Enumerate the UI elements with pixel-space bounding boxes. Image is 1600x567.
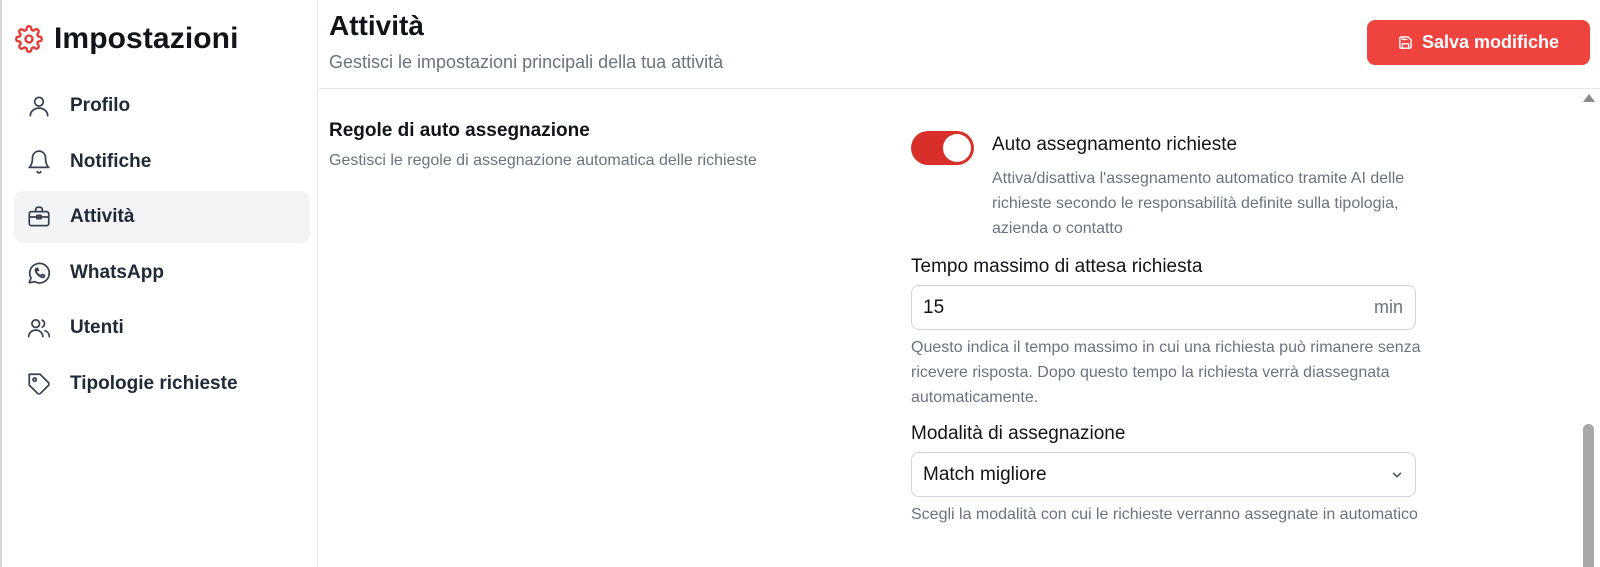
max-wait-help: Questo indica il tempo massimo in cui un… bbox=[911, 339, 1421, 406]
max-wait-label: Tempo massimo di attesa richiesta bbox=[911, 256, 1203, 277]
settings-app: Impostazioni Profilo Notifiche Attività … bbox=[0, 0, 1600, 567]
mode-selected-value: Match migliore bbox=[923, 463, 1047, 485]
scrollbar[interactable] bbox=[1579, 90, 1600, 567]
mode-select[interactable]: Match migliore bbox=[911, 452, 1416, 497]
sidebar-item-whatsapp[interactable]: WhatsApp bbox=[14, 247, 310, 299]
tag-icon bbox=[24, 369, 54, 399]
sidebar: Impostazioni Profilo Notifiche Attività … bbox=[2, 0, 318, 567]
sidebar-title: Impostazioni bbox=[54, 22, 239, 55]
auto-assign-label: Auto assegnamento richieste bbox=[992, 134, 1238, 155]
mode-help: Scegli la modalità con cui le richieste … bbox=[911, 506, 1418, 523]
max-wait-unit: min bbox=[1373, 297, 1403, 317]
sidebar-item-attivita[interactable]: Attività bbox=[14, 191, 310, 244]
save-button-label: Salva modifiche bbox=[1421, 32, 1560, 52]
sidebar-nav: Profilo Notifiche Attività WhatsApp Uten… bbox=[14, 80, 310, 414]
sidebar-item-label: WhatsApp bbox=[70, 261, 164, 283]
bell-icon bbox=[24, 147, 54, 177]
sidebar-item-profilo[interactable]: Profilo bbox=[14, 80, 310, 132]
whatsapp-icon bbox=[24, 258, 54, 288]
gear-icon bbox=[14, 24, 44, 54]
sidebar-item-tipologie-richieste[interactable]: Tipologie richieste bbox=[14, 358, 310, 410]
page-title: Attività bbox=[329, 10, 424, 41]
sidebar-item-utenti[interactable]: Utenti bbox=[14, 302, 310, 354]
sidebar-item-label: Attività bbox=[70, 206, 135, 228]
max-wait-value: 15 bbox=[923, 296, 945, 318]
sidebar-item-label: Profilo bbox=[70, 95, 131, 116]
page-header: Attività Gestisci le impostazioni princi… bbox=[319, 0, 1600, 89]
sidebar-item-label: Notifiche bbox=[70, 150, 152, 172]
chevron-down-icon bbox=[1379, 453, 1415, 496]
scrollbar-thumb[interactable] bbox=[1583, 424, 1594, 567]
sidebar-item-label: Tipologie richieste bbox=[70, 372, 238, 394]
save-button[interactable]: Salva modifiche bbox=[1367, 20, 1590, 65]
toggle-knob bbox=[943, 134, 971, 162]
user-icon bbox=[24, 91, 54, 121]
section-description: Gestisci le regole di assegnazione autom… bbox=[329, 152, 757, 169]
max-wait-input[interactable]: 15 min bbox=[911, 285, 1416, 330]
auto-assign-toggle[interactable] bbox=[911, 131, 974, 165]
auto-assign-description: Attiva/disattiva l'assegnamento automati… bbox=[992, 170, 1405, 237]
save-icon bbox=[1398, 35, 1414, 51]
sidebar-header: Impostazioni bbox=[14, 18, 239, 60]
section-title: Regole di auto assegnazione bbox=[329, 120, 590, 141]
briefcase-icon bbox=[24, 202, 54, 232]
sidebar-item-label: Utenti bbox=[70, 317, 124, 339]
sidebar-item-notifiche[interactable]: Notifiche bbox=[14, 136, 310, 188]
users-icon bbox=[24, 313, 54, 343]
scroll-up-arrow-icon[interactable] bbox=[1583, 94, 1595, 102]
page-subtitle: Gestisci le impostazioni principali dell… bbox=[329, 52, 724, 72]
mode-label: Modalità di assegnazione bbox=[911, 423, 1126, 444]
